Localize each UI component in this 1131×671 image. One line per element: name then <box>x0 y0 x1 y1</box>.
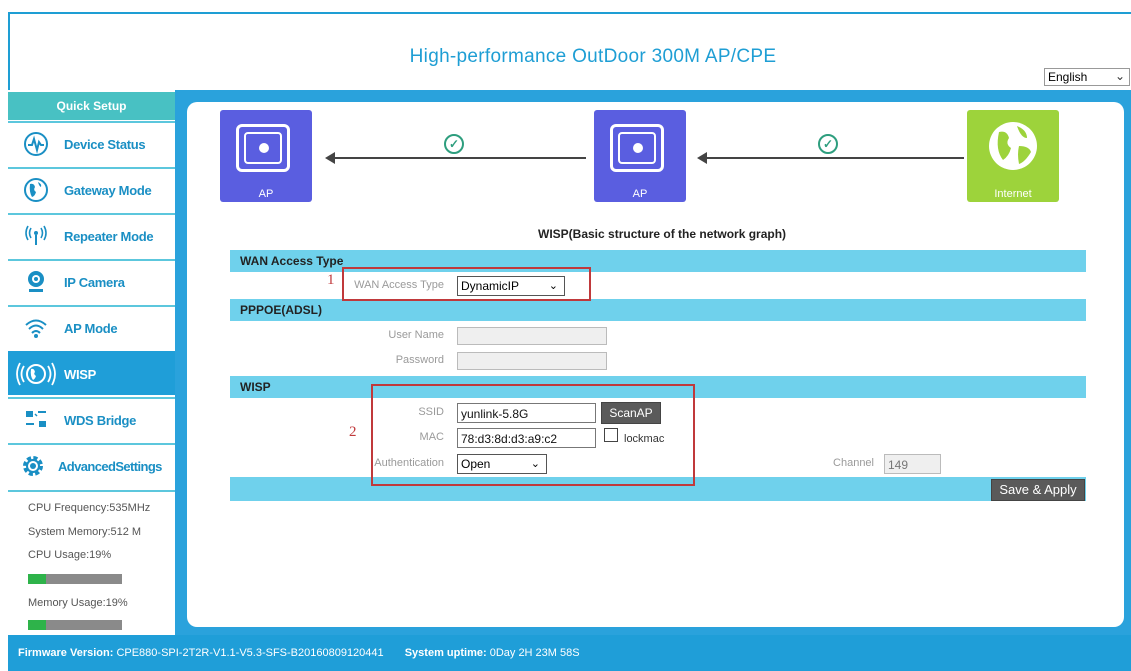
diagram-caption: WISP(Basic structure of the network grap… <box>538 227 787 241</box>
password-label: Password <box>395 354 444 366</box>
check-circle-icon: ✓ <box>444 134 464 154</box>
camera-icon <box>8 269 64 295</box>
gear-icon <box>8 453 58 479</box>
save-apply-button[interactable]: Save & Apply <box>991 479 1085 501</box>
nav-label: WDS Bridge <box>64 412 137 428</box>
nav-label: Device Status <box>64 136 146 152</box>
ap-screen-icon <box>236 124 290 172</box>
ap-screen-icon <box>610 124 664 172</box>
ap-label: AP <box>632 188 648 200</box>
frame-top-border <box>8 12 1131 14</box>
nav-label: Repeater Mode <box>64 228 154 244</box>
firmware-version: CPE880-SPI-2T2R-V1.1-V5.3-SFS-B201608091… <box>116 647 384 659</box>
memory-usage-fill <box>28 620 46 630</box>
section-pppoe: PPPOE(ADSL) <box>230 299 1086 321</box>
nav-repeater-mode[interactable]: Repeater Mode <box>8 213 175 257</box>
annotation-number-2: 2 <box>349 424 357 440</box>
cpu-usage-label: CPU Usage:19% <box>28 549 112 561</box>
nav-ip-camera[interactable]: IP Camera <box>8 259 175 303</box>
memory-usage-label: Memory Usage:19% <box>28 597 128 609</box>
wisp-globe-icon <box>8 360 64 388</box>
ap-label: AP <box>258 188 274 200</box>
page-title: High-performance OutDoor 300M AP/CPE <box>409 46 777 67</box>
nav-wisp[interactable]: WISP <box>8 351 175 395</box>
pulse-icon <box>8 131 64 157</box>
system-memory: System Memory:512 M <box>28 526 142 538</box>
nav-device-status[interactable]: Device Status <box>8 121 175 165</box>
firmware-label: Firmware Version: <box>18 647 114 659</box>
annotation-box-1 <box>342 267 591 301</box>
connection-line <box>706 157 964 159</box>
chevron-down-icon: ⌄ <box>1114 69 1125 83</box>
nav-advanced-settings[interactable]: AdvancedSettings <box>8 443 175 487</box>
cpu-usage-bar <box>28 574 122 584</box>
password-input[interactable] <box>457 352 607 370</box>
annotation-box-2 <box>371 384 695 486</box>
nav-ap-mode[interactable]: AP Mode <box>8 305 175 349</box>
cpu-usage-fill <box>28 574 46 584</box>
cpu-frequency: CPU Frequency:535MHz <box>28 502 151 514</box>
internet-globe-icon <box>989 122 1037 170</box>
channel-label: Channel <box>833 457 874 469</box>
internet-label: Internet <box>994 188 1032 200</box>
status-footer: Firmware Version: CPE880-SPI-2T2R-V1.1-V… <box>8 635 1131 671</box>
bridge-icon <box>8 407 64 433</box>
nav-label: Gateway Mode <box>64 182 152 198</box>
channel-input[interactable]: 149 <box>884 454 941 474</box>
annotation-number-1: 1 <box>327 272 335 288</box>
ap-device-tile: AP <box>594 110 686 202</box>
check-circle-icon: ✓ <box>818 134 838 154</box>
quick-setup-header[interactable]: Quick Setup <box>8 92 175 120</box>
nav-label: AP Mode <box>64 320 118 336</box>
internet-tile: Internet <box>967 110 1059 202</box>
system-stats: CPU Frequency:535MHz System Memory:512 M… <box>8 490 175 635</box>
nav-gateway-mode[interactable]: Gateway Mode <box>8 167 175 211</box>
antenna-icon <box>8 223 64 249</box>
username-input[interactable] <box>457 327 607 345</box>
ap-device-tile: AP <box>220 110 312 202</box>
nav-label: WISP <box>64 366 97 382</box>
uptime-label: System uptime: <box>404 647 487 659</box>
connection-line <box>334 157 586 159</box>
globe-icon <box>8 177 64 203</box>
language-select[interactable]: English ⌄ <box>1044 68 1130 86</box>
nav-label: IP Camera <box>64 274 125 290</box>
wifi-icon <box>8 315 64 341</box>
memory-usage-bar <box>28 620 122 630</box>
uptime-value: 0Day 2H 23M 58S <box>489 647 580 659</box>
nav-label: AdvancedSettings <box>58 458 162 474</box>
username-label: User Name <box>388 329 444 341</box>
language-value: English <box>1048 70 1088 84</box>
nav-wds-bridge[interactable]: WDS Bridge <box>8 397 175 441</box>
